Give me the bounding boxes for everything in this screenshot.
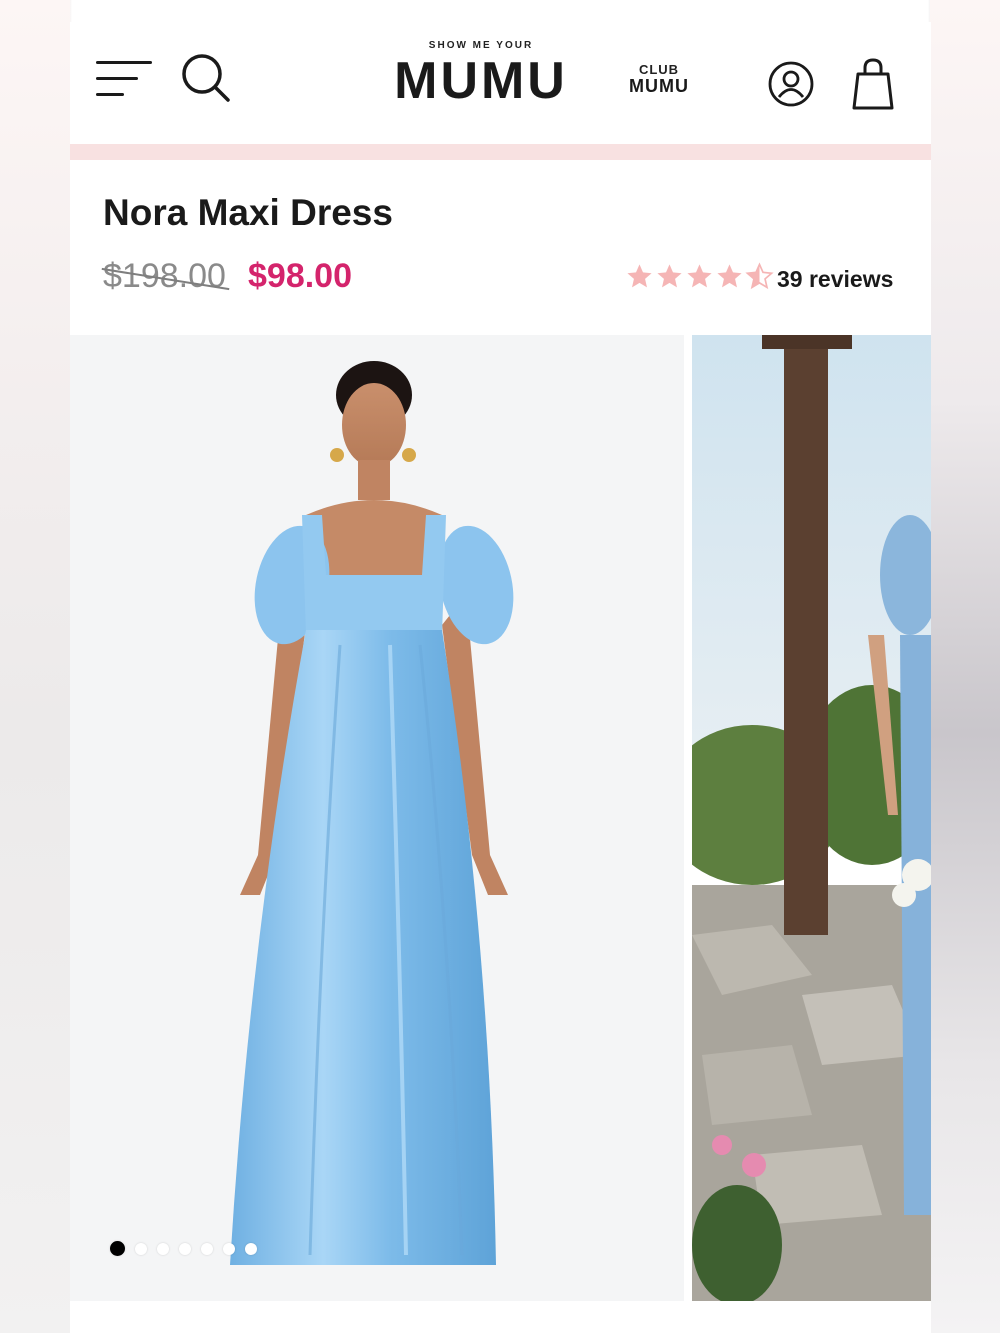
product-image-secondary[interactable] [692, 335, 931, 1301]
site-header: SHOW ME YOUR MUMU CLUB MUMU [70, 22, 931, 144]
promo-bar [70, 144, 931, 160]
gallery-dot-3[interactable] [157, 1242, 169, 1255]
product-gallery[interactable] [70, 335, 931, 1301]
original-price: $198.00 [103, 257, 226, 295]
gallery-dot-6[interactable] [223, 1242, 235, 1255]
star-icon [627, 264, 652, 288]
gallery-pagination [110, 1241, 257, 1256]
star-half-icon [745, 262, 774, 290]
product-image-main[interactable] [70, 335, 684, 1301]
account-icon[interactable] [767, 60, 815, 108]
menu-icon[interactable] [96, 58, 154, 100]
gallery-dot-4[interactable] [179, 1242, 191, 1255]
logo-tagline: SHOW ME YOUR [428, 40, 534, 51]
site-logo[interactable]: SHOW ME YOUR MUMU [390, 40, 572, 120]
gallery-dot-7[interactable] [245, 1242, 257, 1255]
search-icon[interactable] [180, 52, 232, 104]
product-title: Nora Maxi Dress [103, 192, 393, 233]
shopping-bag-icon[interactable] [850, 56, 896, 112]
star-icon [687, 264, 712, 288]
club-mumu-link[interactable]: CLUB MUMU [624, 62, 694, 96]
product-page: SHOW ME YOUR MUMU CLUB MUMU Nora Maxi Dr… [70, 22, 931, 1333]
star-icon [657, 264, 682, 288]
sale-price: $98.00 [248, 257, 352, 295]
club-label-bottom: MUMU [629, 76, 689, 96]
rating-stars[interactable] [625, 262, 774, 296]
gallery-dot-2[interactable] [135, 1242, 147, 1255]
star-icon [717, 264, 742, 288]
background-right [930, 0, 1000, 1333]
gallery-dot-5[interactable] [201, 1242, 213, 1255]
gallery-dot-1[interactable] [110, 1241, 125, 1256]
logo-wordmark: MUMU [394, 52, 568, 110]
background-left [0, 0, 70, 1333]
reviews-link[interactable]: 39 reviews [777, 266, 893, 293]
